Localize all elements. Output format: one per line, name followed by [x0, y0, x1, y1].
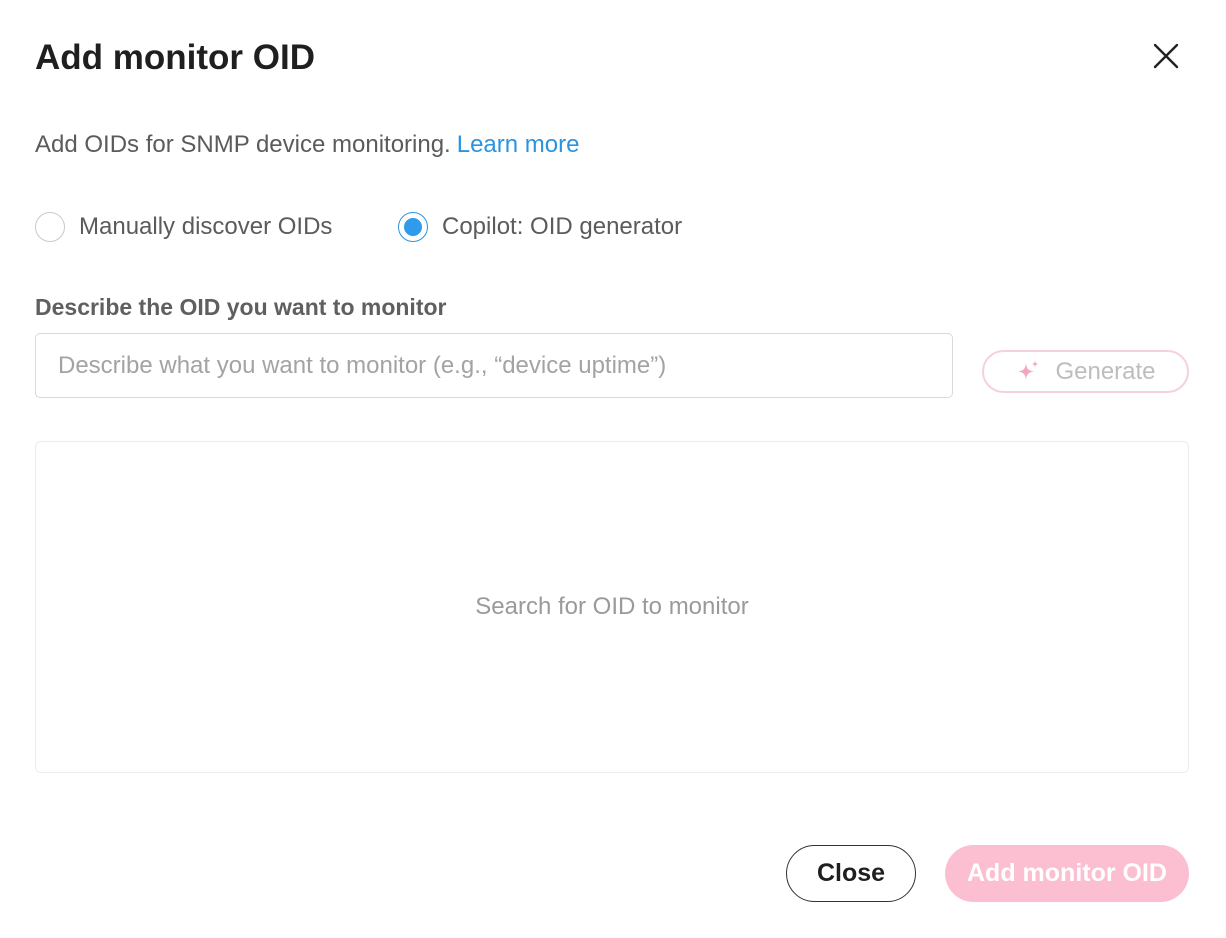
generate-label: Generate [1055, 357, 1156, 385]
radio-copilot-label: Copilot: OID generator [442, 213, 683, 240]
radio-manual-discover[interactable]: Manually discover OIDs [35, 210, 332, 244]
radio-unchecked-icon [35, 212, 65, 242]
close-dialog-button[interactable] [1148, 38, 1184, 74]
radio-manual-label: Manually discover OIDs [79, 213, 333, 240]
learn-more-link[interactable]: Learn more [457, 131, 580, 158]
close-button[interactable]: Close [786, 845, 916, 902]
results-empty-state: Search for OID to monitor [475, 593, 749, 620]
radio-checked-icon [398, 212, 428, 242]
description-text: Add OIDs for SNMP device monitoring. [35, 131, 451, 158]
oid-description-label: Describe the OID you want to monitor [35, 294, 447, 320]
add-monitor-oid-dialog: Add monitor OID Add OIDs for SNMP device… [0, 0, 1226, 938]
oid-description-input[interactable] [35, 333, 953, 398]
sparkle-icon [1018, 360, 1039, 380]
add-monitor-oid-button[interactable]: Add monitor OID [945, 845, 1189, 902]
close-icon [1153, 43, 1179, 69]
generate-button[interactable]: Generate [982, 350, 1189, 393]
radio-dot [404, 218, 422, 236]
radio-copilot-generator[interactable]: Copilot: OID generator [398, 210, 682, 244]
dialog-title: Add monitor OID [35, 38, 315, 77]
oid-results-panel: Search for OID to monitor [35, 441, 1189, 773]
dialog-description: Add OIDs for SNMP device monitoring. Lear… [35, 129, 579, 161]
